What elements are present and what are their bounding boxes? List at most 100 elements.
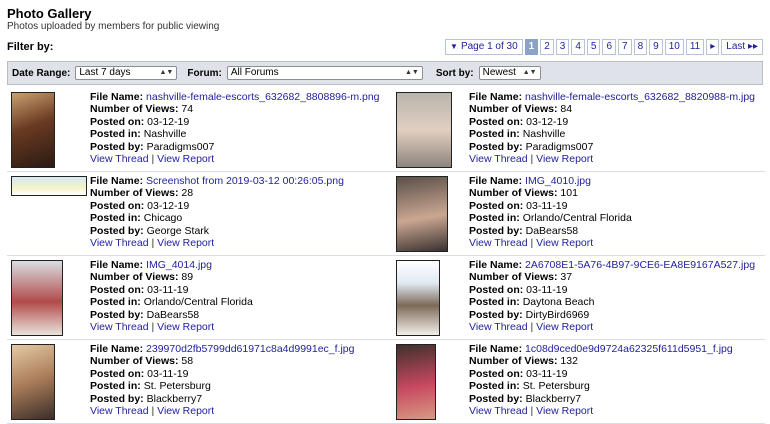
views-value: 28 — [181, 187, 194, 200]
photo-card: File Name: IMG_4014.jpg Number of Views:… — [7, 256, 386, 340]
view-report-link[interactable]: View Report — [157, 405, 214, 417]
view-thread-link[interactable]: View Thread — [469, 321, 528, 333]
photo-thumbnail[interactable] — [396, 344, 436, 420]
view-thread-link[interactable]: View Thread — [469, 153, 528, 165]
views-value: 37 — [560, 271, 573, 284]
posted-in-label: Posted in: — [90, 296, 141, 309]
page-link-9[interactable]: 9 — [649, 39, 663, 55]
page-link-8[interactable]: 8 — [633, 39, 648, 55]
posted-in-label: Posted in: — [90, 380, 141, 393]
posted-on-label: Posted on: — [469, 367, 524, 380]
view-report-link[interactable]: View Report — [157, 321, 214, 333]
file-name-link[interactable]: IMG_4014.jpg — [146, 259, 212, 271]
photo-thumbnail[interactable] — [11, 344, 55, 420]
view-thread-link[interactable]: View Thread — [90, 237, 149, 249]
posted-by-value: Blackberry7 — [525, 392, 582, 405]
views-value: 89 — [181, 271, 194, 284]
posted-on-value: 03-11-19 — [147, 283, 189, 296]
view-thread-link[interactable]: View Thread — [90, 153, 149, 165]
photo-thumbnail[interactable] — [11, 260, 63, 336]
views-value: 74 — [181, 103, 194, 116]
page-link-10[interactable]: 10 — [664, 39, 684, 55]
sort-select[interactable]: Newest ▲▼ — [478, 66, 541, 80]
photo-thumbnail[interactable] — [396, 92, 452, 168]
page-link-3[interactable]: 3 — [555, 39, 570, 55]
date-range-label: Date Range: — [12, 67, 71, 79]
posted-in-value: Chicago — [143, 212, 183, 225]
posted-in-value: Daytona Beach — [522, 296, 595, 309]
posted-on-value: 03-12-19 — [526, 115, 569, 128]
date-range-value: Last 7 days — [79, 67, 131, 78]
posted-by-value: DaBears58 — [525, 224, 579, 237]
file-name-link[interactable]: 239970d2fb5799dd61971c8a4d9991ec_f.jpg — [146, 343, 354, 355]
view-thread-link[interactable]: View Thread — [90, 405, 149, 417]
views-label: Number of Views: — [469, 355, 558, 368]
posted-on-label: Posted on: — [469, 283, 524, 296]
page-link-11[interactable]: 11 — [685, 39, 705, 55]
photo-thumbnail[interactable] — [11, 176, 87, 196]
photo-card: File Name: 1c08d9ced0e9d9724a62325f611d5… — [386, 340, 765, 424]
view-report-link[interactable]: View Report — [157, 237, 214, 249]
file-name-link[interactable]: IMG_4010.jpg — [525, 175, 591, 187]
photo-grid: File Name: nashville-female-escorts_6326… — [7, 88, 765, 424]
view-report-link[interactable]: View Report — [536, 405, 593, 417]
views-value: 101 — [560, 187, 578, 200]
posted-in-label: Posted in: — [90, 212, 141, 225]
page-title: Photo Gallery — [7, 6, 92, 21]
photo-card: File Name: 239970d2fb5799dd61971c8a4d999… — [7, 340, 386, 424]
file-name-link[interactable]: nashville-female-escorts_632682_8820988-… — [525, 91, 755, 103]
forum-select[interactable]: All Forums ▲▼ — [226, 66, 423, 80]
view-thread-link[interactable]: View Thread — [469, 405, 528, 417]
view-thread-link[interactable]: View Thread — [90, 321, 149, 333]
views-label: Number of Views: — [469, 187, 558, 200]
file-name-link[interactable]: 1c08d9ced0e9d9724a62325f611d5951_f.jpg — [525, 343, 733, 355]
posted-in-value: Nashville — [522, 128, 566, 141]
page-of-dropdown[interactable]: ▼ Page 1 of 30 — [445, 39, 523, 55]
sort-value: Newest — [482, 67, 516, 78]
view-report-link[interactable]: View Report — [157, 153, 214, 165]
file-name-link[interactable]: nashville-female-escorts_632682_8808896-… — [146, 91, 379, 103]
posted-on-label: Posted on: — [90, 367, 145, 380]
file-name-label: File Name: — [469, 175, 523, 187]
file-name-link[interactable]: Screenshot from 2019-03-12 00:26:05.png — [146, 175, 344, 187]
page-link-2[interactable]: 2 — [540, 39, 554, 55]
page-of-text: Page 1 of 30 — [460, 41, 518, 52]
posted-by-label: Posted by: — [469, 308, 523, 321]
view-report-link[interactable]: View Report — [536, 153, 593, 165]
posted-by-value: DaBears58 — [146, 308, 200, 321]
forum-value: All Forums — [230, 67, 279, 78]
posted-by-value: Paradigms007 — [525, 140, 594, 153]
photo-thumbnail[interactable] — [11, 92, 55, 168]
views-value: 132 — [560, 355, 578, 368]
view-report-link[interactable]: View Report — [536, 237, 593, 249]
posted-by-label: Posted by: — [469, 224, 523, 237]
posted-by-label: Posted by: — [469, 392, 523, 405]
page-link-1[interactable]: 1 — [524, 39, 539, 55]
view-report-link[interactable]: View Report — [536, 321, 593, 333]
page-link-4[interactable]: 4 — [571, 39, 585, 55]
file-name-label: File Name: — [469, 259, 523, 271]
next-page-button[interactable]: ▸ — [706, 39, 720, 55]
last-page-button[interactable]: Last ▸▸ — [721, 39, 763, 55]
page-link-5[interactable]: 5 — [586, 39, 601, 55]
date-range-select[interactable]: Last 7 days ▲▼ — [75, 66, 178, 80]
double-chevron-right-icon: ▸▸ — [747, 41, 758, 52]
file-name-label: File Name: — [90, 175, 144, 187]
posted-by-value: Blackberry7 — [146, 392, 203, 405]
posted-on-value: 03-11-19 — [526, 367, 568, 380]
posted-by-label: Posted by: — [90, 392, 144, 405]
page-link-7[interactable]: 7 — [618, 39, 632, 55]
page-link-6[interactable]: 6 — [602, 39, 617, 55]
link-separator: | — [530, 153, 534, 166]
photo-thumbnail[interactable] — [396, 260, 440, 336]
view-thread-link[interactable]: View Thread — [469, 237, 528, 249]
photo-thumbnail[interactable] — [396, 176, 448, 252]
views-label: Number of Views: — [90, 103, 179, 116]
posted-in-label: Posted in: — [90, 128, 141, 141]
posted-in-label: Posted in: — [469, 212, 520, 225]
posted-on-label: Posted on: — [90, 115, 145, 128]
posted-in-label: Posted in: — [469, 296, 520, 309]
photo-card: File Name: IMG_4010.jpg Number of Views:… — [386, 172, 765, 256]
photo-card: File Name: nashville-female-escorts_6326… — [7, 88, 386, 172]
file-name-link[interactable]: 2A6708E1-5A76-4B97-9CE6-EA8E9167A527.jpg — [525, 259, 755, 271]
